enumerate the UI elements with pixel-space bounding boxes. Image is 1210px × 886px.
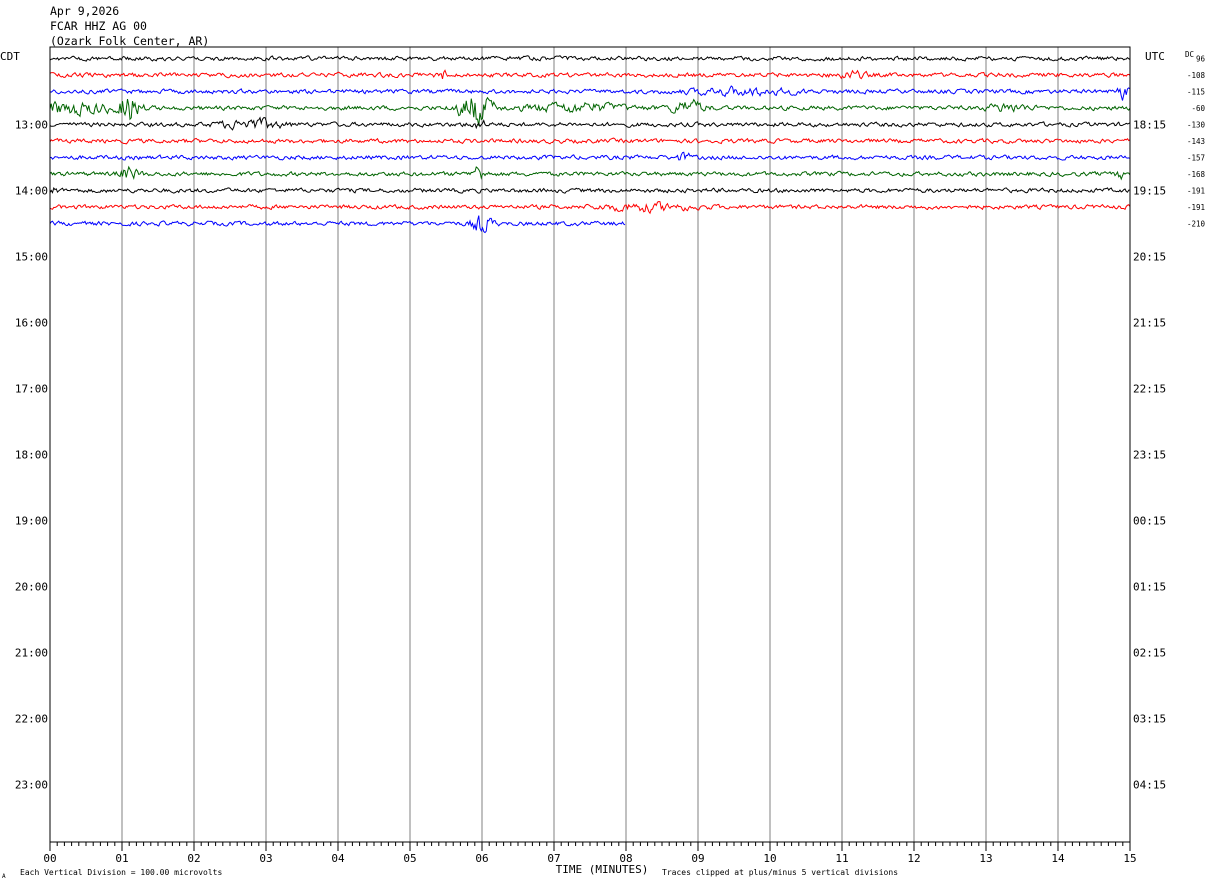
dc-offset-label: -115 <box>1187 88 1205 97</box>
cdt-hour-label: 14:00 <box>15 185 48 198</box>
trace-row-1 <box>49 69 1131 80</box>
x-tick-label: 02 <box>187 852 200 865</box>
dc-header-label: DC <box>1185 50 1194 59</box>
dc-offset-label: -191 <box>1187 187 1205 196</box>
cdt-hour-labels: 13:00 14:00 15:00 16:00 17:00 18:00 19:00 20:00… <box>15 119 48 792</box>
trace-row-9 <box>49 200 1131 215</box>
x-tick-label: 05 <box>403 852 416 865</box>
helicorder-plot: 00 01 02 03 04 05 06 07 08 09 10 11 12 13 14 15 13:0014… <box>0 46 1206 880</box>
utc-hour-label: 21:15 <box>1133 317 1166 330</box>
utc-hour-labels: 18:15 19:15 20:15 21:15 22:15 23:15 00:15 01:15… <box>1133 119 1166 792</box>
x-tick-label: 09 <box>691 852 704 865</box>
plot-frame <box>49 46 1131 843</box>
x-tick-label: 06 <box>475 852 488 865</box>
cdt-hour-label: 21:00 <box>15 647 48 660</box>
trace-row-6 <box>49 151 1131 161</box>
cdt-hour-label: 18:00 <box>15 449 48 462</box>
utc-hour-label: 18:15 <box>1133 119 1166 132</box>
dc-offset-label: -168 <box>1187 170 1206 179</box>
dc-offset-label: -191 <box>1187 203 1205 212</box>
seismic-traces <box>49 55 1131 234</box>
cdt-hour-label: 23:00 <box>15 779 48 792</box>
cdt-hour-label: 15:00 <box>15 251 48 264</box>
corner-mark: A <box>2 873 6 880</box>
dc-offset-label: -157 <box>1187 154 1205 163</box>
x-tick-label: 04 <box>331 852 345 865</box>
vertical-division-note: Each Vertical Division = 100.00 microvol… <box>20 868 222 877</box>
utc-hour-label: 01:15 <box>1133 581 1166 594</box>
utc-zone-label: UTC <box>1145 50 1165 63</box>
x-tick-label: 13 <box>979 852 992 865</box>
cdt-hour-label: 19:00 <box>15 515 48 528</box>
utc-hour-label: 00:15 <box>1133 515 1166 528</box>
x-tick-label: 01 <box>115 852 128 865</box>
utc-hour-label: 04:15 <box>1133 779 1166 792</box>
x-tick-label: 00 <box>43 852 56 865</box>
utc-hour-label: 19:15 <box>1133 185 1166 198</box>
x-tick-label: 11 <box>835 852 848 865</box>
utc-hour-label: 22:15 <box>1133 383 1166 396</box>
trace-row-3 <box>49 96 1131 126</box>
utc-hour-label: 02:15 <box>1133 647 1166 660</box>
trace-row-5 <box>49 137 1131 145</box>
cdt-hour-label: 22:00 <box>15 713 48 726</box>
minute-tick-marks <box>49 842 1131 851</box>
dc-offset-label: -60 <box>1191 104 1205 113</box>
x-tick-label: 15 <box>1123 852 1136 865</box>
dc-offset-label: -143 <box>1187 137 1205 146</box>
cdt-hour-label: 13:00 <box>15 119 48 132</box>
utc-hour-label: 03:15 <box>1133 713 1166 726</box>
minute-gridlines <box>121 47 1059 842</box>
x-tick-label: 03 <box>259 852 272 865</box>
dc-offset-label: -108 <box>1187 71 1206 80</box>
utc-hour-label: 23:15 <box>1133 449 1166 462</box>
dc-offset-labels: 96 -108 -115 -60 -130 -143 -157 -168 -191 -191 -21… <box>1187 55 1206 229</box>
x-axis-title: TIME (MINUTES) <box>556 863 649 876</box>
x-tick-label: 10 <box>763 852 776 865</box>
cdt-hour-label: 17:00 <box>15 383 48 396</box>
trace-row-7 <box>49 165 1131 181</box>
trace-row-0 <box>49 55 1131 62</box>
cdt-hour-label: 16:00 <box>15 317 48 330</box>
dc-offset-label: -130 <box>1187 121 1206 130</box>
utc-hour-label: 20:15 <box>1133 251 1166 264</box>
dc-offset-label: -210 <box>1187 220 1206 229</box>
x-tick-label: 14 <box>1051 852 1065 865</box>
cdt-zone-label: CDT <box>0 50 20 63</box>
cdt-hour-label: 20:00 <box>15 581 48 594</box>
x-tick-label: 12 <box>907 852 920 865</box>
clip-note: Traces clipped at plus/minus 5 vertical … <box>662 868 898 877</box>
trace-row-4 <box>49 116 1131 131</box>
trace-row-8 <box>49 187 1131 194</box>
dc-offset-label: 96 <box>1196 55 1206 64</box>
trace-row-2 <box>49 85 1131 101</box>
